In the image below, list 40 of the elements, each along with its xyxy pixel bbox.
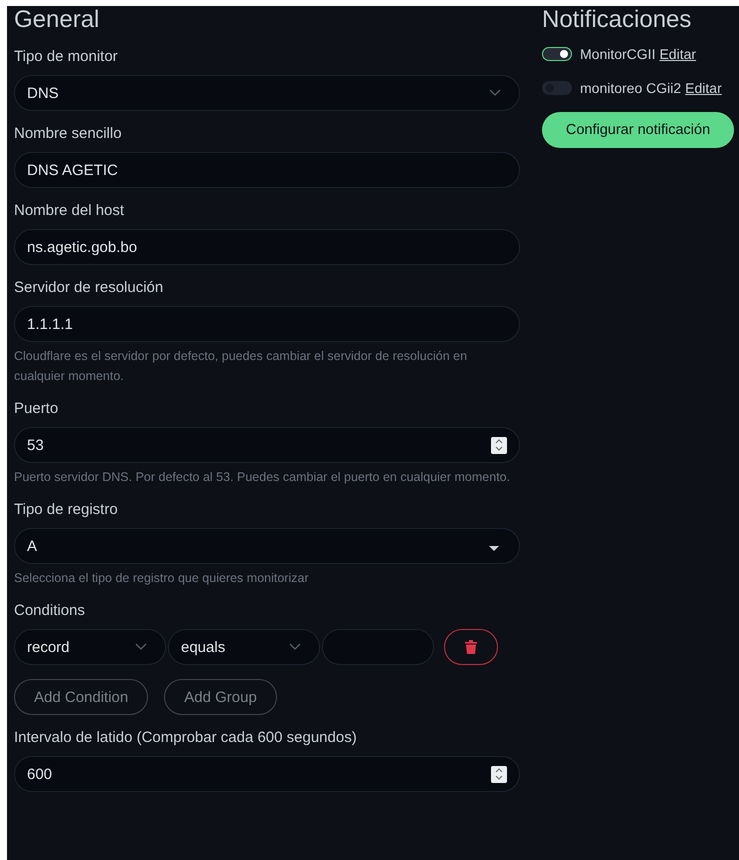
chevron-down-icon (289, 643, 301, 651)
help-text: Selecciona el tipo de registro que quieres monitorizar (14, 570, 310, 587)
field-label: Puerto (14, 399, 60, 419)
input-field[interactable] (322, 629, 434, 665)
select-field[interactable]: DNS (14, 75, 520, 111)
add-button[interactable]: Add Group (164, 679, 277, 715)
spinner-icon[interactable] (491, 436, 507, 454)
caret-down-icon (489, 546, 499, 552)
help-text: Puerto servidor DNS. Por defecto al 53. Puedes cambiar el puerto en cualquier momento. (14, 469, 512, 486)
edit-link[interactable]: Editar (659, 44, 696, 64)
configure-button[interactable]: Configurar notificación (542, 112, 734, 148)
trash-icon (465, 640, 477, 654)
help-text: Cloudflare es el servidor por defecto, puedes cambiar el servidor de resolución en cualquier momento. (14, 348, 468, 385)
toggle-switch[interactable] (542, 81, 572, 95)
field-label: Servidor de resolución (14, 278, 164, 298)
section-title: General (14, 6, 100, 34)
input-field[interactable]: DNS AGETIC (14, 152, 520, 188)
field-label: Nombre sencillo (14, 124, 123, 144)
field-label: Intervalo de latido (Comprobar cada 600 segundos) (14, 728, 358, 748)
select-field[interactable]: equals (168, 629, 320, 665)
add-button[interactable]: Add Condition (14, 679, 148, 715)
field-label: Tipo de registro (14, 500, 119, 520)
section-title: Notificaciones (542, 6, 692, 34)
chevron-down-icon (489, 89, 501, 97)
notification-name: MonitorCGII (580, 45, 656, 64)
select-field[interactable]: record (14, 629, 166, 665)
number-field[interactable]: 53 (14, 427, 520, 463)
select-field[interactable]: A (14, 528, 520, 564)
field-label: Conditions (14, 601, 86, 621)
input-field[interactable]: ns.agetic.gob.bo (14, 229, 520, 265)
toggle-switch[interactable] (542, 47, 572, 61)
field-label: Tipo de monitor (14, 47, 119, 67)
number-field[interactable]: 600 (14, 756, 520, 792)
chevron-down-icon (135, 643, 147, 651)
delete-button[interactable] (444, 629, 498, 665)
notification-name: monitoreo CGii2 (580, 79, 682, 98)
input-field[interactable]: 1.1.1.1 (14, 306, 520, 342)
field-label: Nombre del host (14, 201, 126, 221)
spinner-icon[interactable] (491, 766, 507, 782)
edit-link[interactable]: Editar (685, 78, 722, 98)
